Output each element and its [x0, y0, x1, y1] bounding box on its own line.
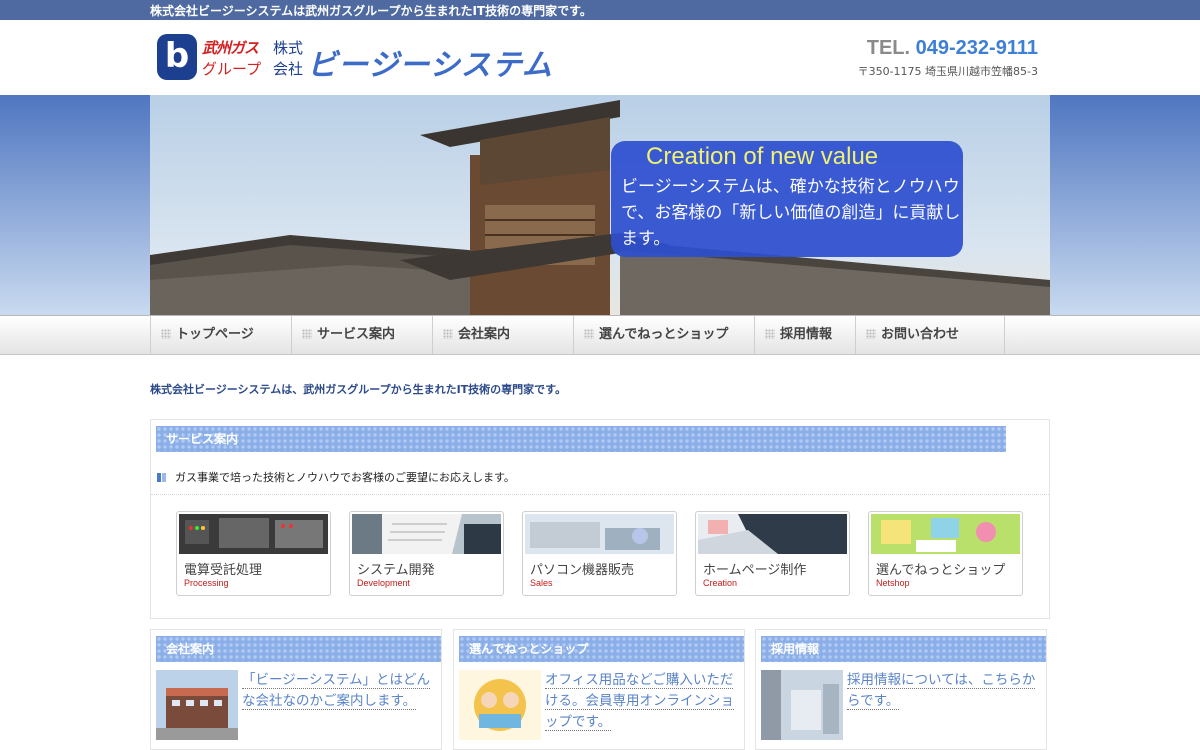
shop-info-link[interactable]: オフィス用品などご購入いただける。会員専用オンラインショップです。	[545, 672, 734, 731]
nav-item-company[interactable]: 会社案内	[432, 316, 573, 354]
nav-item-recruit[interactable]: 採用情報	[754, 316, 855, 354]
dots-icon	[161, 329, 171, 339]
service-card-sales[interactable]: パソコン機器販売 Sales	[522, 511, 677, 596]
card-title: パソコン機器販売	[530, 563, 635, 578]
company-info-heading: 会社案内	[156, 636, 441, 662]
company-name: ビージーシステム	[307, 48, 553, 83]
card-subtitle: Sales	[530, 578, 553, 588]
company-info-text[interactable]: 「ビージーシステム」とはどんな会社なのかご案内します。	[242, 670, 438, 712]
nav-label: 選んでねっとショップ	[599, 327, 729, 342]
recruit-info-box: 採用情報 採用情報については、こちらからです。	[755, 629, 1047, 750]
shop-info-text[interactable]: オフィス用品などご購入いただける。会員専用オンラインショップです。	[545, 670, 741, 733]
company-address: 〒350-1175 埼玉県川越市笠幡85-3	[857, 65, 1038, 78]
services-subtitle-text: ガス事業で培った技術とノウハウでお客様のご要望にお応えします。	[175, 471, 515, 484]
service-card-development[interactable]: システム開発 Development	[349, 511, 504, 596]
nav-label: トップページ	[176, 327, 254, 342]
tel-number: 049-232-9111	[915, 37, 1038, 59]
logo-kaisha: 会社	[273, 60, 304, 78]
card-title: システム開発	[357, 563, 435, 578]
tel-label: TEL.	[866, 37, 911, 59]
nav-label: サービス案内	[317, 327, 396, 342]
recruit-info-link[interactable]: 採用情報については、こちらからです。	[847, 672, 1036, 710]
dots-icon	[584, 329, 594, 339]
top-tagline-bar: 株式会社ビージーシステムは武州ガスグループから生まれたIT技術の専門家です。	[0, 0, 1200, 20]
nav-label: お問い合わせ	[881, 327, 960, 342]
card-title: ホームページ制作	[703, 563, 807, 578]
logo-group-name: 武州ガス	[202, 39, 259, 57]
phone-number[interactable]: TEL. 049-232-9111	[867, 37, 1038, 60]
shop-info-heading: 選んでねっとショップ	[459, 636, 744, 662]
recruit-info-heading: 採用情報	[761, 636, 1046, 662]
divider	[151, 494, 1049, 495]
logo-mark: b	[157, 34, 197, 80]
processing-image	[179, 514, 328, 554]
nav-label: 採用情報	[780, 327, 833, 342]
nav-item-shop[interactable]: 選んでねっとショップ	[573, 316, 754, 354]
card-title: 電算受託処理	[184, 563, 263, 578]
services-subtitle: ガス事業で培った技術とノウハウでお客様のご要望にお応えします。	[157, 469, 515, 485]
main-navigation: トップページ サービス案内 会社案内 選んでねっとショップ 採用情報 お問い合わ…	[0, 315, 1200, 355]
development-image	[352, 514, 501, 554]
site-header: b 武州ガス グループ 株式 会社 ビージーシステム TEL. 049-232-…	[0, 20, 1200, 95]
card-title: 選んでねっとショップ	[876, 563, 1006, 578]
recruit-info-text[interactable]: 採用情報については、こちらからです。	[847, 670, 1043, 712]
hero-title: Creation of new value	[646, 143, 879, 170]
dots-icon	[302, 329, 312, 339]
nav-item-contact[interactable]: お問い合わせ	[855, 316, 1005, 354]
logo-group-label: グループ	[202, 60, 262, 78]
logo-kabushiki: 株式	[273, 39, 304, 57]
netshop-image	[871, 514, 1020, 554]
creation-image	[698, 514, 847, 554]
company-info-box: 会社案内 「ビージーシステム」とはどんな会社なのかご案内します。	[150, 629, 442, 750]
shop-info-box: 選んでねっとショップ オフィス用品などご購入いただける。会員専用オンラインショッ…	[453, 629, 745, 750]
service-card-creation[interactable]: ホームページ制作 Creation	[695, 511, 850, 596]
card-subtitle: Processing	[184, 578, 229, 588]
dots-icon	[765, 329, 775, 339]
site-logo[interactable]: b 武州ガス グループ 株式 会社 ビージーシステム	[157, 34, 597, 86]
office-image[interactable]	[761, 670, 843, 740]
nav-item-services[interactable]: サービス案内	[291, 316, 432, 354]
company-building-image[interactable]	[156, 670, 238, 740]
service-card-processing[interactable]: 電算受託処理 Processing	[176, 511, 331, 596]
company-info-link[interactable]: 「ビージーシステム」とはどんな会社なのかご案内します。	[242, 672, 431, 710]
services-section: サービス案内 ガス事業で培った技術とノウハウでお客様のご要望にお応えします。 電…	[150, 419, 1050, 619]
services-heading: サービス案内	[156, 426, 1006, 452]
card-subtitle: Creation	[703, 578, 738, 588]
service-card-netshop[interactable]: 選んでねっとショップ Netshop	[868, 511, 1023, 596]
card-subtitle: Netshop	[876, 578, 910, 588]
hero-text: ビージーシステムは、確かな技術とノウハウで、お客様の「新しい価値の創造」に貢献し…	[621, 177, 961, 249]
sales-image	[525, 514, 674, 554]
top-tagline-text: 株式会社ビージーシステムは武州ガスグループから生まれたIT技術の専門家です。	[150, 4, 592, 18]
nav-item-top[interactable]: トップページ	[150, 316, 291, 354]
dots-icon	[443, 329, 453, 339]
intro-text: 株式会社ビージーシステムは、武州ガスグループから生まれたIT技術の専門家です。	[150, 383, 567, 396]
dots-icon	[866, 329, 876, 339]
nav-label: 会社案内	[458, 327, 511, 342]
card-subtitle: Development	[357, 578, 411, 588]
shop-illustration-image[interactable]	[459, 670, 541, 740]
hero-message-bubble: Creation of new value ビージーシステムは、確かな技術とノウ…	[611, 141, 963, 257]
square-bullet-icon	[157, 473, 166, 482]
